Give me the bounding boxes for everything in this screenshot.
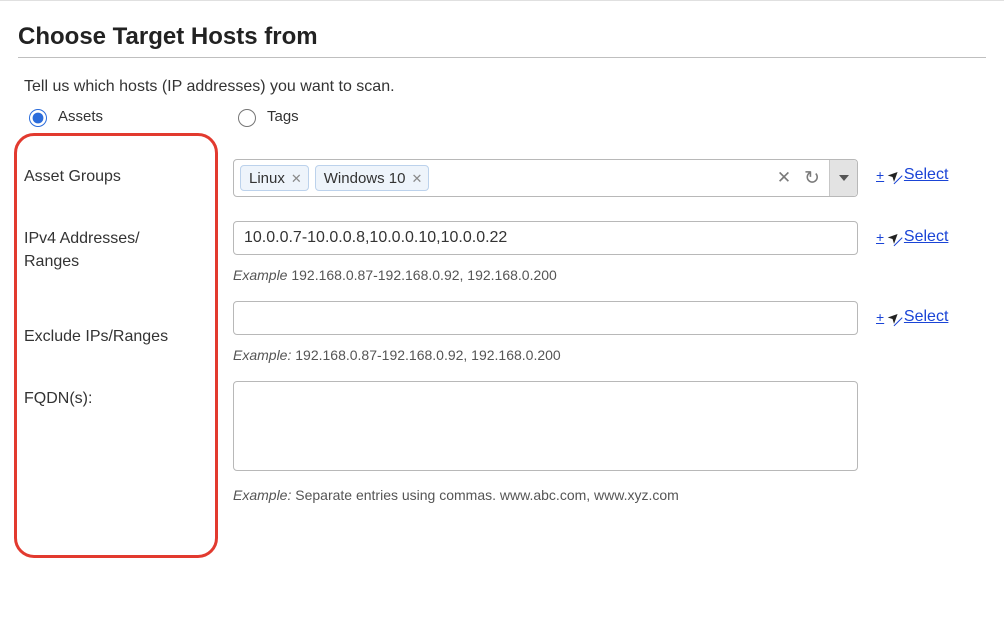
chip-label: Windows 10	[324, 170, 406, 187]
plus-icon: +	[876, 309, 884, 325]
label-ipv4: IPv4 Addresses/ Ranges	[24, 221, 233, 273]
select-link-label: Select	[904, 166, 948, 184]
radio-tags-input[interactable]	[238, 109, 256, 127]
chip-label: Linux	[249, 170, 285, 187]
fqdn-example: Example: Separate entries using commas. …	[233, 487, 858, 503]
fqdn-textarea[interactable]	[233, 381, 858, 471]
intro-text: Tell us which hosts (IP addresses) you w…	[24, 78, 986, 96]
radio-assets[interactable]: Assets	[24, 106, 103, 127]
dropdown-toggle[interactable]	[829, 160, 857, 196]
chip-remove-icon[interactable]: ✕	[291, 172, 302, 185]
select-ipv4-link[interactable]: +➤ Select	[876, 221, 948, 246]
cursor-icon: ➤	[884, 227, 904, 247]
radio-assets-input[interactable]	[29, 109, 47, 127]
select-link-label: Select	[904, 228, 948, 246]
cursor-icon: ➤	[884, 165, 904, 185]
plus-icon: +	[876, 167, 884, 183]
cursor-icon: ➤	[884, 307, 904, 327]
refresh-icon[interactable]: ↻	[801, 167, 823, 190]
plus-icon: +	[876, 229, 884, 245]
page-title: Choose Target Hosts from	[18, 23, 986, 51]
select-exclude-link[interactable]: +➤ Select	[876, 301, 948, 326]
asset-groups-multiselect[interactable]: Linux ✕ Windows 10 ✕ ✕ ↻	[233, 159, 858, 197]
exclude-example: Example: 192.168.0.87-192.168.0.92, 192.…	[233, 347, 858, 363]
label-asset-groups: Asset Groups	[24, 159, 233, 188]
radio-tags[interactable]: Tags	[233, 106, 299, 127]
label-exclude: Exclude IPs/Ranges	[24, 301, 233, 348]
chip-windows10[interactable]: Windows 10 ✕	[315, 165, 430, 191]
clear-all-icon[interactable]: ✕	[773, 168, 795, 188]
radio-assets-label: Assets	[58, 108, 103, 125]
select-link-label: Select	[904, 308, 948, 326]
select-asset-groups-link[interactable]: +➤ Select	[876, 159, 948, 184]
ipv4-example: Example 192.168.0.87-192.168.0.92, 192.1…	[233, 267, 858, 283]
label-fqdn: FQDN(s):	[24, 381, 233, 410]
exclude-input[interactable]	[233, 301, 858, 335]
divider	[18, 57, 986, 58]
radio-tags-label: Tags	[267, 108, 299, 125]
chevron-down-icon	[839, 175, 849, 181]
ipv4-input[interactable]	[233, 221, 858, 255]
chip-remove-icon[interactable]: ✕	[411, 172, 422, 185]
chip-linux[interactable]: Linux ✕	[240, 165, 309, 191]
